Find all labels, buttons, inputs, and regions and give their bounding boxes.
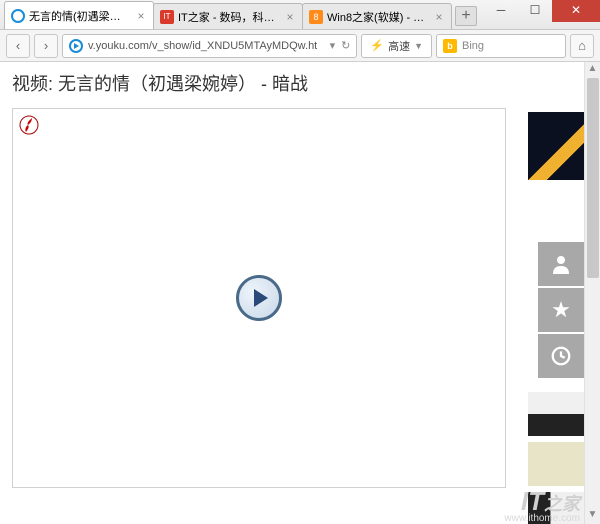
- watermark-brand: IT之家: [521, 488, 580, 514]
- address-bar: ‹ › v.youku.com/v_show/id_XNDU5MTAyMDQw.…: [0, 30, 600, 62]
- home-button[interactable]: ⌂: [570, 34, 594, 58]
- dropdown-icon: ▼: [414, 41, 423, 51]
- watermark-url: www.ithome.com: [504, 513, 580, 524]
- back-button[interactable]: ‹: [6, 34, 30, 58]
- thumbnail[interactable]: [528, 112, 584, 180]
- flash-icon: [19, 115, 39, 135]
- speed-mode-button[interactable]: ⚡ 高速 ▼: [361, 34, 432, 58]
- thumbnail[interactable]: [528, 442, 584, 486]
- tab-active[interactable]: 无言的情(初遇梁婉婷… ×: [4, 1, 154, 29]
- tab[interactable]: 8 Win8之家(软媒) - Win… ×: [302, 3, 452, 29]
- scroll-thumb[interactable]: [587, 78, 599, 278]
- url-input[interactable]: v.youku.com/v_show/id_XNDU5MTAyMDQw.ht ▾…: [62, 34, 357, 58]
- tab-label: Win8之家(软媒) - Win…: [327, 9, 429, 25]
- user-icon[interactable]: [538, 242, 584, 286]
- titlebar: 无言的情(初遇梁婉婷… × IT IT之家 - 数码，科技，… × 8 Win8…: [0, 0, 600, 30]
- maximize-button[interactable]: ☐: [518, 0, 552, 22]
- close-icon[interactable]: ×: [433, 11, 445, 23]
- url-text: v.youku.com/v_show/id_XNDU5MTAyMDQw.ht: [88, 40, 317, 52]
- page-title: 视频: 无言的情（初遇梁婉婷） - 暗战: [0, 62, 600, 104]
- close-icon[interactable]: ×: [135, 10, 147, 22]
- dropdown-icon[interactable]: ▾: [330, 39, 336, 52]
- thumbnail[interactable]: [528, 392, 584, 436]
- close-button[interactable]: ✕: [552, 0, 600, 22]
- youku-icon: [11, 9, 25, 23]
- bolt-icon: ⚡: [370, 39, 384, 52]
- vertical-scrollbar[interactable]: ▲ ▼: [584, 62, 600, 524]
- site-icon: [69, 39, 83, 53]
- play-button[interactable]: [236, 275, 282, 321]
- sidebar-actions: ★: [538, 242, 584, 380]
- new-tab-button[interactable]: +: [455, 6, 477, 26]
- star-icon[interactable]: ★: [538, 288, 584, 332]
- tab-label: 无言的情(初遇梁婉婷…: [29, 8, 131, 24]
- forward-button[interactable]: ›: [34, 34, 58, 58]
- page-content: 视频: 无言的情（初遇梁婉婷） - 暗战 ★ IT之家 www.ithome.c…: [0, 62, 600, 524]
- search-placeholder: Bing: [462, 40, 484, 52]
- tab-strip: 无言的情(初遇梁婉婷… × IT IT之家 - 数码，科技，… × 8 Win8…: [4, 1, 484, 29]
- scroll-up-button[interactable]: ▲: [585, 62, 600, 78]
- search-input[interactable]: b Bing: [436, 34, 566, 58]
- history-icon[interactable]: [538, 334, 584, 378]
- window-controls: ─ ☐ ✕: [484, 0, 600, 22]
- win8-icon: 8: [309, 10, 323, 24]
- tab-label: IT之家 - 数码，科技，…: [178, 9, 280, 25]
- ithome-icon: IT: [160, 10, 174, 24]
- tab[interactable]: IT IT之家 - 数码，科技，… ×: [153, 3, 303, 29]
- bing-icon: b: [443, 39, 457, 53]
- refresh-icon[interactable]: ↻: [341, 39, 350, 52]
- minimize-button[interactable]: ─: [484, 0, 518, 22]
- sidebar-thumbnails: [528, 112, 584, 186]
- close-icon[interactable]: ×: [284, 11, 296, 23]
- speed-label: 高速: [388, 38, 410, 54]
- scroll-down-button[interactable]: ▼: [585, 508, 600, 524]
- video-player[interactable]: [12, 108, 506, 488]
